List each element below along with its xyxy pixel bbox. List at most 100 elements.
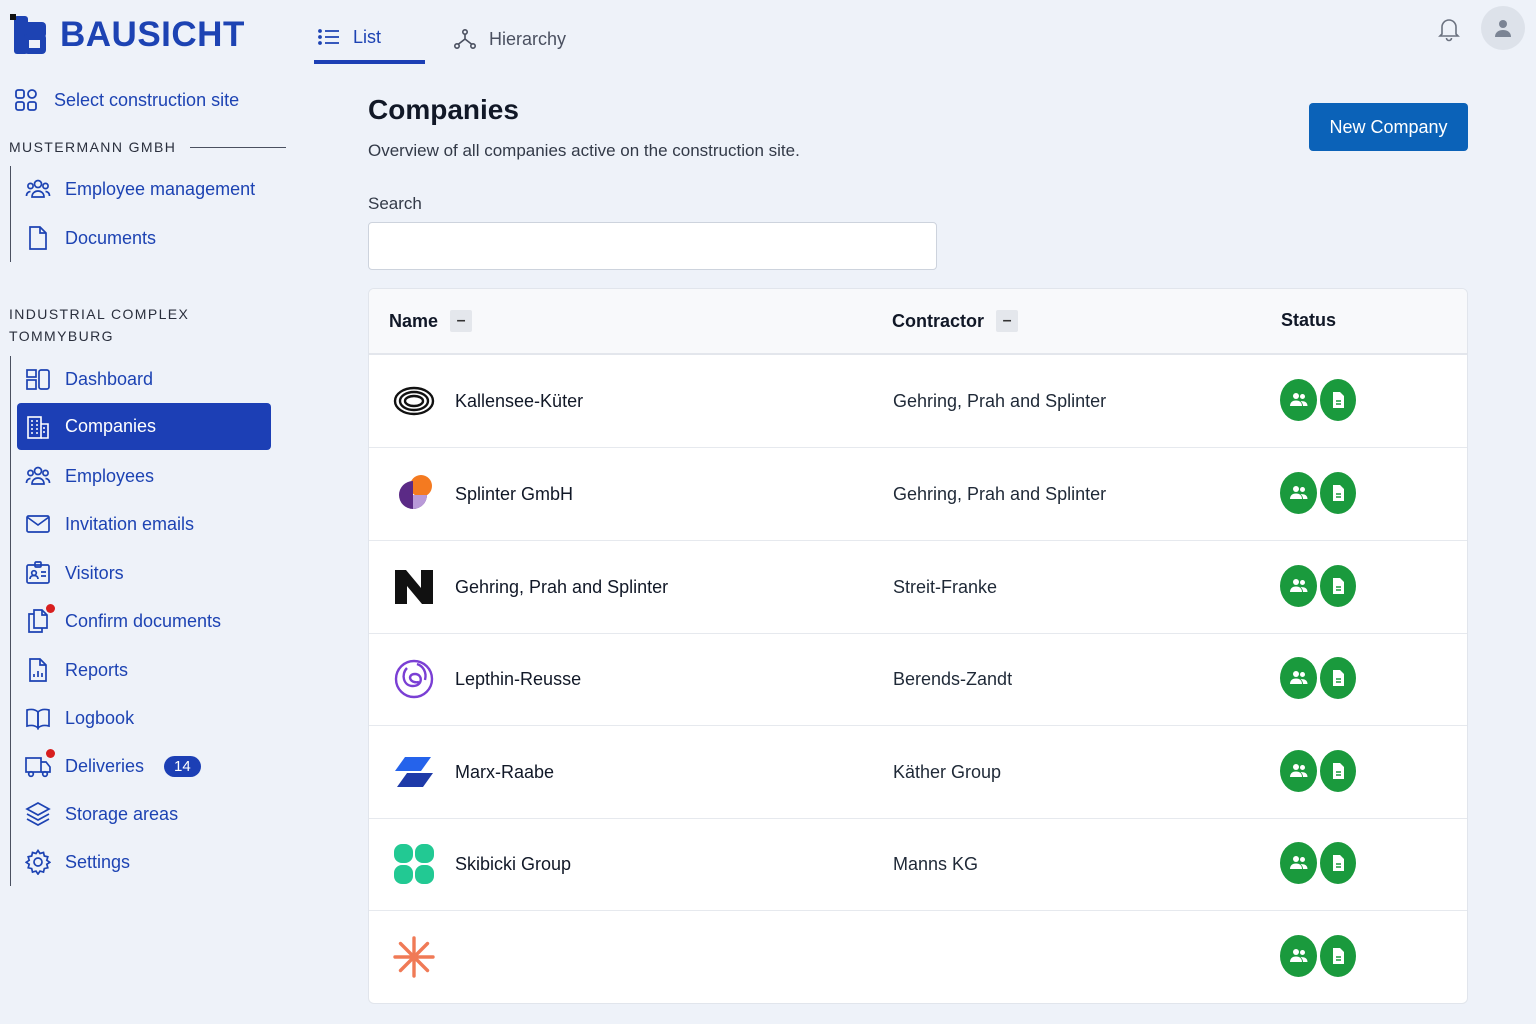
sidebar-item-companies[interactable]: Companies: [17, 403, 271, 450]
sidebar-item-deliveries[interactable]: Deliveries 14: [17, 743, 271, 789]
sidebar-item-invitation-emails[interactable]: Invitation emails: [17, 501, 271, 547]
new-company-button[interactable]: New Company: [1309, 103, 1468, 151]
sidebar-item-label: Settings: [65, 851, 131, 872]
select-construction-site-link[interactable]: Select construction site: [14, 88, 239, 112]
bausicht-logo-icon: [10, 14, 46, 54]
sidebar-item-label: Deliveries: [65, 755, 145, 776]
documents-status-icon[interactable]: [1320, 657, 1356, 699]
employees-status-icon[interactable]: [1280, 935, 1317, 977]
sidebar-item-employee-management[interactable]: Employee management: [17, 166, 271, 212]
hierarchy-icon: [453, 28, 476, 49]
contractor-name: Manns KG: [893, 854, 979, 874]
site-section-heading: INDUSTRIAL COMPLEX TOMMYBURG: [9, 306, 190, 344]
column-header-status: Status: [1281, 310, 1337, 330]
search-input[interactable]: [368, 222, 937, 270]
company-name: Lepthin-Reusse: [455, 669, 582, 689]
sidebar-item-label: Companies: [65, 416, 157, 436]
table-row[interactable]: Lepthin-Reusse Berends-Zandt: [369, 633, 1467, 726]
employees-status-icon[interactable]: [1280, 472, 1317, 514]
documents-status-icon[interactable]: [1320, 472, 1356, 514]
sidebar-item-label: Employee management: [65, 178, 256, 199]
sidebar-item-label: Visitors: [65, 562, 124, 583]
sidebar: BAUSICHT Select construction site MUSTER…: [0, 0, 290, 1024]
brand-logo[interactable]: BAUSICHT: [10, 14, 245, 56]
sidebar-item-label: Confirm documents: [65, 610, 222, 631]
documents-status-icon[interactable]: [1320, 565, 1356, 607]
grid-icon: [15, 89, 37, 111]
sidebar-item-label: Storage areas: [65, 803, 179, 824]
sort-toggle-button[interactable]: –: [450, 310, 473, 332]
gear-icon: [24, 848, 52, 876]
divider: [190, 146, 287, 148]
user-icon: [1495, 20, 1511, 37]
companies-table: Name – Contractor – Status Kallensee-Küt…: [368, 288, 1468, 1004]
deliveries-count-badge: 14: [164, 755, 201, 777]
spiral-logo-icon: [394, 659, 434, 699]
sidebar-item-storage-areas[interactable]: Storage areas: [17, 791, 271, 837]
documents-icon: [25, 604, 55, 634]
users-icon: [25, 463, 51, 489]
building-icon: [25, 414, 51, 440]
layers-icon: [25, 801, 51, 827]
bell-icon[interactable]: [1436, 16, 1462, 42]
documents-status-icon[interactable]: [1320, 842, 1356, 884]
table-row[interactable]: Skibicki Group Manns KG: [369, 818, 1467, 911]
table-row[interactable]: Gehring, Prah and Splinter Streit-Franke: [369, 541, 1467, 634]
sidebar-item-visitors[interactable]: Visitors: [17, 550, 271, 596]
sidebar-item-documents[interactable]: Documents: [17, 215, 271, 261]
table-row[interactable]: Marx-Raabe Käther Group: [369, 726, 1467, 819]
tab-label: Hierarchy: [489, 28, 567, 49]
dashboard-icon: [25, 366, 51, 392]
employees-status-icon[interactable]: [1280, 379, 1317, 421]
visitor-badge-icon: [25, 560, 51, 586]
group-divider: [10, 356, 11, 886]
table-row[interactable]: Splinter GmbH Gehring, Prah and Splinter: [369, 448, 1467, 541]
employees-status-icon[interactable]: [1280, 565, 1317, 607]
tab-hierarchy[interactable]: Hierarchy: [449, 14, 570, 64]
page-title: Companies: [368, 94, 519, 125]
table-row[interactable]: Kallensee-Küter Gehring, Prah and Splint…: [369, 355, 1467, 448]
group-divider: [10, 166, 11, 262]
contractor-name: Käther Group: [893, 762, 1002, 782]
mail-icon: [25, 511, 51, 537]
circles-logo-icon: [399, 475, 432, 509]
contractor-name: Gehring, Prah and Splinter: [893, 484, 1107, 504]
alert-dot: [46, 749, 55, 758]
document-icon: [25, 225, 51, 251]
avatar[interactable]: [1481, 6, 1525, 50]
tab-label: List: [353, 26, 382, 47]
list-icon: [318, 29, 339, 45]
tab-list[interactable]: List: [314, 14, 425, 64]
employees-status-icon[interactable]: [1280, 750, 1317, 792]
company-name: Gehring, Prah and Splinter: [455, 577, 669, 597]
n-logo-icon: [395, 570, 433, 604]
company-name: Skibicki Group: [455, 854, 572, 874]
sort-toggle-button[interactable]: –: [996, 310, 1019, 332]
sidebar-item-reports[interactable]: Reports: [17, 647, 271, 693]
search-label: Search: [368, 194, 422, 213]
contractor-name: Gehring, Prah and Splinter: [893, 391, 1107, 411]
parallelogram-logo-icon: [395, 757, 433, 787]
documents-status-icon[interactable]: [1320, 935, 1356, 977]
documents-status-icon[interactable]: [1320, 750, 1356, 792]
documents-status-icon[interactable]: [1320, 379, 1356, 421]
sidebar-item-label: Logbook: [65, 707, 135, 728]
company-name: Splinter GmbH: [455, 484, 574, 504]
sidebar-item-employees[interactable]: Employees: [17, 453, 271, 499]
sidebar-item-label: Employees: [65, 465, 155, 486]
rings-logo-icon: [393, 386, 435, 416]
column-header-name[interactable]: Name –: [389, 310, 473, 332]
table-row[interactable]: [369, 911, 1467, 1003]
sidebar-item-dashboard[interactable]: Dashboard: [17, 356, 271, 402]
column-header-contractor[interactable]: Contractor –: [892, 310, 1019, 332]
sidebar-item-confirm-documents[interactable]: Confirm documents: [17, 598, 271, 644]
employees-status-icon[interactable]: [1280, 657, 1317, 699]
sidebar-item-logbook[interactable]: Logbook: [17, 695, 271, 741]
sidebar-item-label: Invitation emails: [65, 513, 195, 534]
page-subtitle: Overview of all companies active on the …: [368, 141, 800, 160]
employees-status-icon[interactable]: [1280, 842, 1317, 884]
site-select-label: Select construction site: [54, 89, 240, 110]
sidebar-item-settings[interactable]: Settings: [17, 839, 271, 885]
contractor-name: Berends-Zandt: [893, 669, 1013, 689]
company-name: Marx-Raabe: [455, 762, 555, 782]
